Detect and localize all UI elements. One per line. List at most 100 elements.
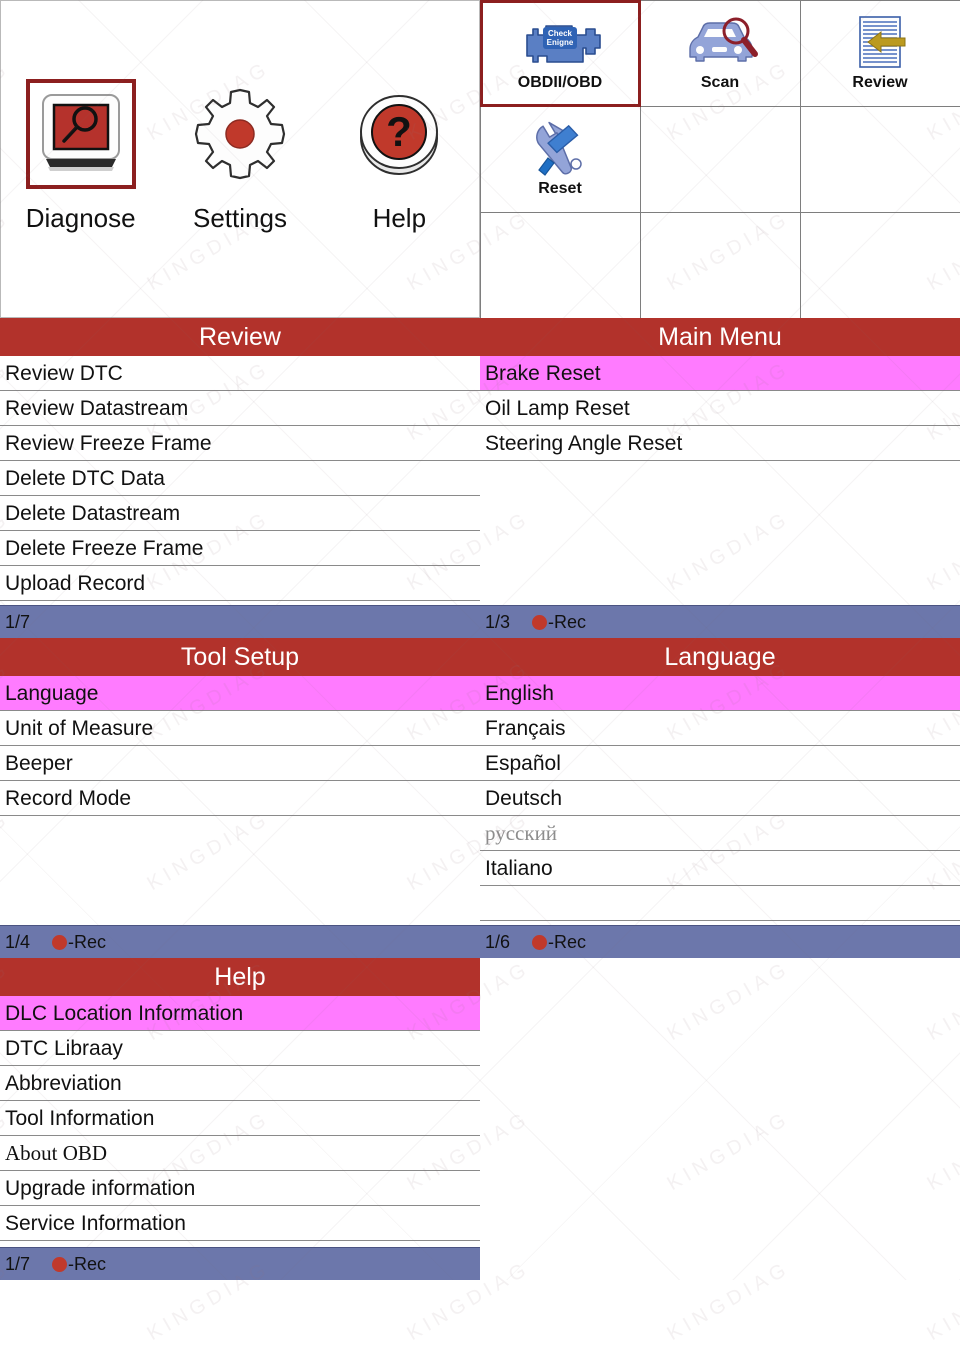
settings-icon-frame[interactable] bbox=[185, 79, 295, 189]
panel-list: Language Unit of Measure Beeper Record M… bbox=[0, 676, 480, 925]
rec-dot-icon bbox=[532, 935, 547, 950]
grid-cell-empty-9[interactable] bbox=[800, 212, 960, 319]
list-item[interactable]: DLC Location Information bbox=[0, 996, 480, 1031]
rec-dot-icon bbox=[532, 615, 547, 630]
grid-cell-empty-5[interactable] bbox=[640, 106, 801, 213]
home-item-label: Settings bbox=[193, 203, 287, 234]
magnifier-screen-icon bbox=[38, 91, 124, 177]
status-bar: 1/4 -Rec bbox=[0, 925, 480, 958]
svg-text:?: ? bbox=[386, 108, 412, 155]
home-item-help[interactable]: ? Help bbox=[327, 79, 472, 234]
panel-empty bbox=[480, 958, 960, 1280]
check-engine-text-line2: Enigne bbox=[547, 38, 574, 47]
grid-cell-label: OBDII/OBD bbox=[518, 74, 602, 92]
function-grid: Check Enigne OBDII/OBD Scan bbox=[480, 0, 960, 318]
grid-cell-label: Reset bbox=[538, 180, 582, 198]
help-icon-frame[interactable]: ? bbox=[344, 79, 454, 189]
list-panels: Review Review DTC Review Datastream Revi… bbox=[0, 318, 960, 1280]
list-item[interactable]: русский bbox=[480, 816, 960, 851]
panel-title: Tool Setup bbox=[0, 638, 480, 676]
list-filler bbox=[0, 816, 480, 925]
grid-cell-empty-7[interactable] bbox=[480, 212, 641, 319]
list-item[interactable]: DTC Libraay bbox=[0, 1031, 480, 1066]
list-item[interactable]: Beeper bbox=[0, 746, 480, 781]
panel-row-3: Help DLC Location Information DTC Libraa… bbox=[0, 958, 960, 1280]
page-indicator: 1/3 bbox=[485, 612, 510, 633]
list-filler bbox=[480, 461, 960, 605]
list-item[interactable]: Italiano bbox=[480, 851, 960, 886]
home-item-label: Diagnose bbox=[26, 203, 136, 234]
panel-title: Main Menu bbox=[480, 318, 960, 356]
document-arrow-icon bbox=[850, 14, 910, 72]
rec-label: -Rec bbox=[548, 612, 586, 633]
list-item[interactable]: Review Freeze Frame bbox=[0, 426, 480, 461]
grid-cell-label: Scan bbox=[701, 74, 739, 92]
panel-list: English Français Español Deutsch русский… bbox=[480, 676, 960, 925]
panel-review: Review Review DTC Review Datastream Revi… bbox=[0, 318, 480, 638]
home-item-settings[interactable]: Settings bbox=[167, 79, 312, 234]
home-panel: Diagnose Settings bbox=[0, 0, 480, 318]
grid-cell-review[interactable]: Review bbox=[800, 0, 960, 107]
home-item-diagnose[interactable]: Diagnose bbox=[8, 79, 153, 234]
status-bar: 1/3 -Rec bbox=[480, 605, 960, 638]
grid-cell-empty-8[interactable] bbox=[640, 212, 801, 319]
status-bar: 1/7 bbox=[0, 605, 480, 638]
grid-cell-obdii[interactable]: Check Enigne OBDII/OBD bbox=[480, 0, 641, 107]
list-item-blank bbox=[480, 886, 960, 921]
panel-list: Brake Reset Oil Lamp Reset Steering Angl… bbox=[480, 356, 960, 605]
panel-row-1: Review Review DTC Review Datastream Revi… bbox=[0, 318, 960, 638]
list-item[interactable]: Français bbox=[480, 711, 960, 746]
list-item[interactable]: Brake Reset bbox=[480, 356, 960, 391]
page-indicator: 1/4 bbox=[5, 932, 30, 953]
list-item[interactable]: Delete Datastream bbox=[0, 496, 480, 531]
status-bar: 1/6 -Rec bbox=[480, 925, 960, 958]
list-item[interactable]: English bbox=[480, 676, 960, 711]
list-item[interactable]: Upload Record bbox=[0, 566, 480, 601]
grid-cell-empty-6[interactable] bbox=[800, 106, 960, 213]
grid-cell-label: Review bbox=[852, 74, 907, 92]
home-icon-row: Diagnose Settings bbox=[1, 79, 479, 234]
panel-main-menu: Main Menu Brake Reset Oil Lamp Reset Ste… bbox=[480, 318, 960, 638]
list-item[interactable]: Oil Lamp Reset bbox=[480, 391, 960, 426]
list-item[interactable]: Abbreviation bbox=[0, 1066, 480, 1101]
list-item[interactable]: Tool Information bbox=[0, 1101, 480, 1136]
panel-list: Review DTC Review Datastream Review Free… bbox=[0, 356, 480, 605]
check-engine-icon: Check Enigne bbox=[517, 14, 603, 72]
list-item[interactable]: Record Mode bbox=[0, 781, 480, 816]
top-section: Diagnose Settings bbox=[0, 0, 960, 318]
list-item[interactable]: Review Datastream bbox=[0, 391, 480, 426]
rec-label: -Rec bbox=[68, 932, 106, 953]
page-indicator: 1/7 bbox=[5, 1254, 30, 1275]
list-item[interactable]: Upgrade information bbox=[0, 1171, 480, 1206]
list-item[interactable]: Español bbox=[480, 746, 960, 781]
panel-list: DLC Location Information DTC Libraay Abb… bbox=[0, 996, 480, 1247]
panel-row-2: Tool Setup Language Unit of Measure Beep… bbox=[0, 638, 960, 958]
grid-cell-reset[interactable]: Reset bbox=[480, 106, 641, 213]
rec-dot-icon bbox=[52, 1257, 67, 1272]
list-item[interactable]: Unit of Measure bbox=[0, 711, 480, 746]
list-item[interactable]: Deutsch bbox=[480, 781, 960, 816]
list-item[interactable]: Service Information bbox=[0, 1206, 480, 1241]
rec-dot-icon bbox=[52, 935, 67, 950]
check-engine-text-line1: Check bbox=[548, 29, 573, 38]
list-item[interactable]: Steering Angle Reset bbox=[480, 426, 960, 461]
panel-title: Review bbox=[0, 318, 480, 356]
car-magnifier-icon bbox=[680, 14, 760, 72]
home-item-label: Help bbox=[373, 203, 426, 234]
list-item[interactable]: Delete DTC Data bbox=[0, 461, 480, 496]
question-mark-button-icon: ? bbox=[353, 88, 445, 180]
diagnose-icon-frame[interactable] bbox=[26, 79, 136, 189]
wrench-screwdriver-icon bbox=[525, 120, 595, 178]
panel-tool-setup: Tool Setup Language Unit of Measure Beep… bbox=[0, 638, 480, 958]
panel-title: Help bbox=[0, 958, 480, 996]
list-item[interactable]: Language bbox=[0, 676, 480, 711]
list-item[interactable]: Review DTC bbox=[0, 356, 480, 391]
grid-cell-scan[interactable]: Scan bbox=[640, 0, 801, 107]
rec-label: -Rec bbox=[548, 932, 586, 953]
list-item[interactable]: About OBD bbox=[0, 1136, 480, 1171]
rec-label: -Rec bbox=[68, 1254, 106, 1275]
list-item[interactable]: Delete Freeze Frame bbox=[0, 531, 480, 566]
page-indicator: 1/7 bbox=[5, 612, 30, 633]
status-bar: 1/7 -Rec bbox=[0, 1247, 480, 1280]
gear-icon bbox=[190, 84, 290, 184]
